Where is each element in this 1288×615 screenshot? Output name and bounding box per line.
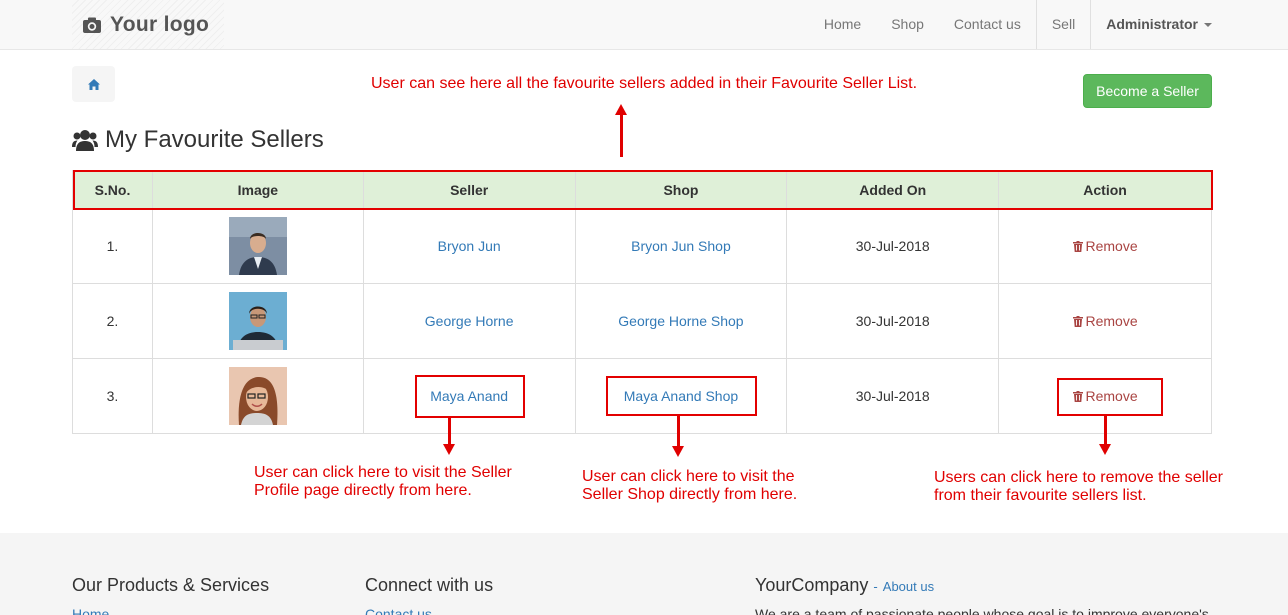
navbar: Your logo Home Shop Contact us Sell Admi… [0,0,1288,50]
camera-icon [83,17,101,33]
annotation-remove-line2: from their favourite sellers list. [934,487,1147,504]
row-seller-cell: George Horne [362,283,576,359]
arrow-down-icon [443,444,455,455]
footer-home-link[interactable]: Home [72,606,109,615]
footer-contact-link[interactable]: Contact us [365,606,432,615]
nav-sell[interactable]: Sell [1037,0,1090,49]
seller-link[interactable]: Bryon Jun [438,238,501,254]
row-added-on: 30-Jul-2018 [786,358,1000,434]
table-row: 2. George Horne George Horne Shop 30-Jul… [72,283,1212,359]
page-title: My Favourite Sellers [72,126,324,154]
row-seller-cell: Bryon Jun [362,208,576,284]
shop-link[interactable]: George Horne Shop [618,313,743,329]
nav-contact-us[interactable]: Contact us [939,0,1036,49]
highlight-shop-link [606,376,757,416]
annotation-seller: User can click here to visit the Seller … [254,464,512,500]
row-shop-cell: Bryon Jun Shop [574,208,788,284]
annotation-top: User can see here all the favourite sell… [371,75,918,92]
annotation-arrow [1104,416,1107,444]
footer-col-company: YourCompany - About us We are a team of … [755,575,1209,615]
logo[interactable]: Your logo [72,0,224,49]
footer-company-title: YourCompany - About us [755,575,934,596]
row-image-cell [151,283,364,359]
footer-company-name: YourCompany [755,575,869,595]
footer-products-title: Our Products & Services [72,575,270,595]
seller-avatar[interactable] [228,292,287,350]
row-sno: 1. [72,208,153,284]
row-added-on: 30-Jul-2018 [786,283,1000,359]
user-menu-label: Administrator [1106,16,1198,32]
highlight-table-header [73,170,1213,210]
annotation-arrow [620,114,623,157]
page-title-text: My Favourite Sellers [105,126,324,153]
footer-connect-title: Connect with us [365,575,494,595]
logo-text: Your logo [110,12,210,36]
arrow-down-icon [672,446,684,457]
row-image-cell [151,208,364,284]
annotation-remove-line1: Users can click here to remove the selle… [934,469,1223,486]
row-added-on: 30-Jul-2018 [786,208,1000,284]
remove-label: Remove [1085,238,1138,254]
remove-button[interactable]: Remove [1072,313,1138,329]
become-seller-button[interactable]: Become a Seller [1083,74,1212,108]
highlight-remove-button [1057,378,1163,416]
annotation-arrow [448,418,451,444]
row-image-cell [151,358,364,434]
users-icon [72,130,98,151]
row-sno: 3. [72,358,153,434]
highlight-seller-link [415,375,525,418]
caret-down-icon [1204,23,1212,28]
shop-link[interactable]: Bryon Jun Shop [631,238,731,254]
footer-col-connect: Connect with us Contact us [365,575,494,615]
footer: Our Products & Services Home Connect wit… [0,533,1288,615]
row-shop-cell: George Horne Shop [574,283,788,359]
nav-links: Home Shop Contact us Sell Administrator [809,0,1288,49]
footer-col-products: Our Products & Services Home [72,575,270,615]
trash-icon [1072,241,1083,252]
annotation-shop-line2: Seller Shop directly from here. [582,486,798,503]
trash-icon [1072,316,1083,327]
annotation-arrow [677,416,680,446]
seller-link[interactable]: George Horne [425,313,514,329]
annotation-seller-line1: User can click here to visit the Seller [254,464,512,481]
row-action-cell: Remove [998,208,1212,284]
annotation-remove: Users can click here to remove the selle… [934,469,1223,505]
nav-shop[interactable]: Shop [876,0,939,49]
home-icon [87,78,100,90]
arrow-down-icon [1099,444,1111,455]
row-action-cell: Remove [998,283,1212,359]
footer-dash: - [873,579,878,594]
seller-avatar[interactable] [228,217,287,275]
annotation-shop: User can click here to visit the Seller … [582,468,797,504]
footer-about-link[interactable]: About us [883,579,934,594]
remove-label: Remove [1085,313,1138,329]
annotation-seller-line2: Profile page directly from here. [254,482,472,499]
footer-company-text: We are a team of passionate people whose… [755,606,1209,615]
remove-button[interactable]: Remove [1072,238,1138,254]
annotation-shop-line1: User can click here to visit the [582,468,795,485]
breadcrumb-home[interactable] [72,66,115,102]
seller-avatar[interactable] [228,367,287,425]
row-sno: 2. [72,283,153,359]
nav-home[interactable]: Home [809,0,876,49]
table-row: 1. Bryon Jun Bryon Jun Shop 30-Jul-2018 … [72,208,1212,284]
user-menu[interactable]: Administrator [1091,0,1288,49]
